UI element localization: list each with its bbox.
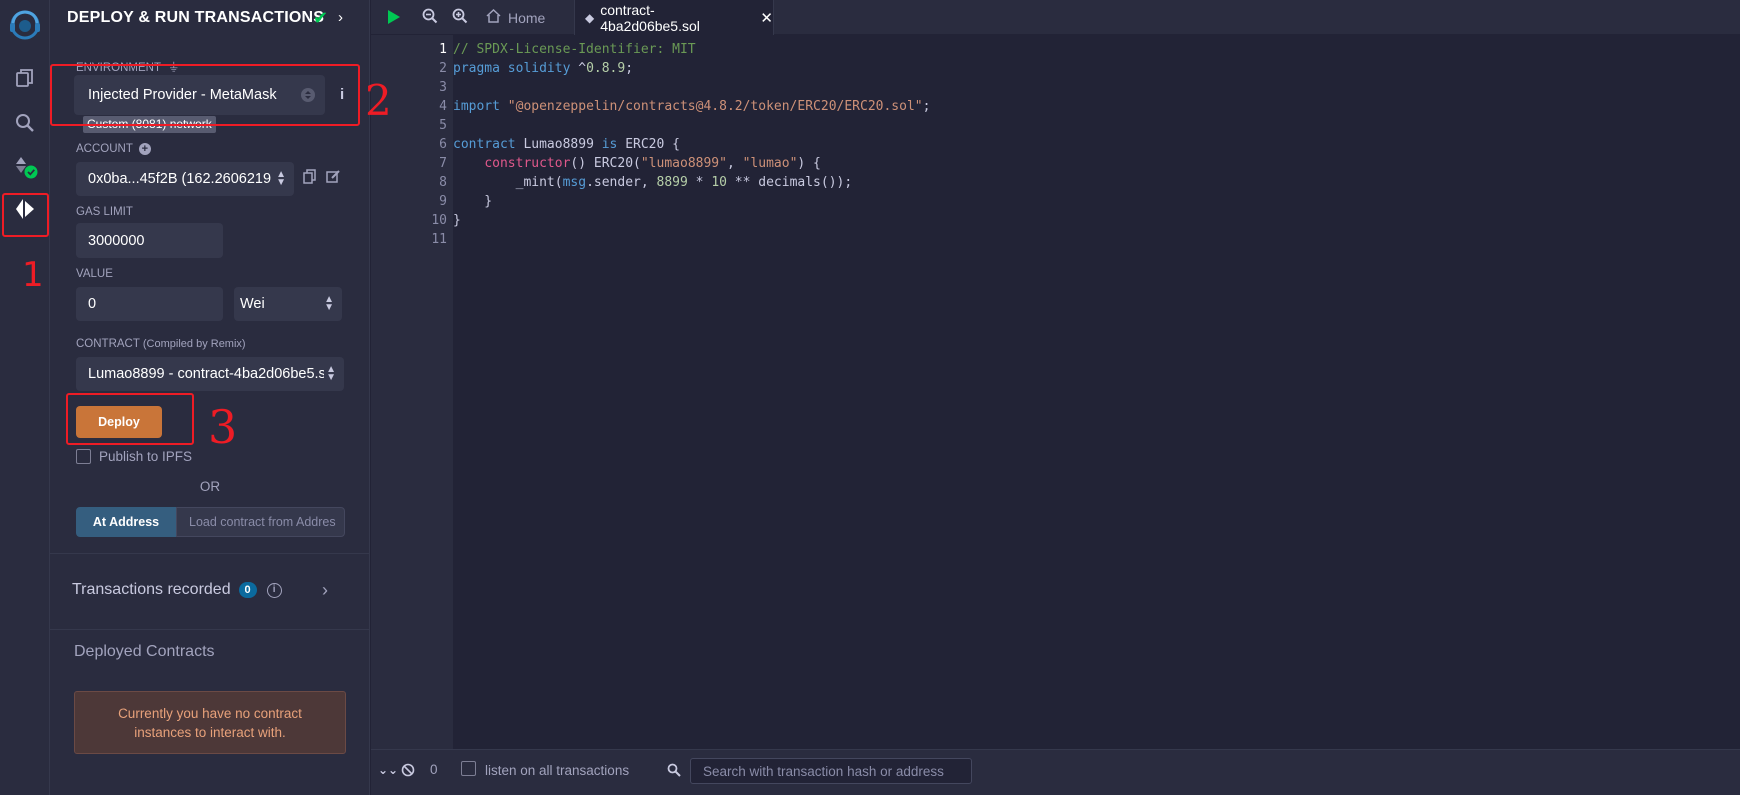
line-number: 3 <box>439 80 447 95</box>
value-unit-value: Wei <box>240 296 265 312</box>
code-line: constructor() ERC20("lumao8899", "lumao"… <box>484 156 821 171</box>
account-label: ACCOUNT + <box>76 143 151 155</box>
code-line: } <box>453 213 461 228</box>
home-icon <box>486 8 501 26</box>
no-instances-alert: Currently you have no contract instances… <box>74 691 346 754</box>
copy-icon[interactable] <box>303 169 317 190</box>
solidity-compiler-icon[interactable] <box>0 146 50 188</box>
annotation-box-deploy-icon <box>2 193 49 237</box>
line-number: 8 <box>439 175 447 190</box>
select-arrows-icon: ▲ ▼ <box>324 364 336 383</box>
line-number: 11 <box>431 232 447 247</box>
line-number: 7 <box>439 156 447 171</box>
transaction-search-input[interactable]: Search with transaction hash or address <box>690 758 972 784</box>
gas-limit-label: GAS LIMIT <box>76 206 133 218</box>
deployed-contracts-title: Deployed Contracts <box>74 643 215 660</box>
annotation-mark-3: 3 <box>208 400 238 454</box>
remix-logo-icon[interactable] <box>0 4 50 46</box>
code-line: // SPDX-License-Identifier: MIT <box>453 42 696 57</box>
search-icon[interactable] <box>0 102 50 144</box>
code-line: _mint(msg.sender, 8899 * 10 ** decimals(… <box>453 175 853 190</box>
check-icon: ✔ <box>313 8 329 28</box>
contract-label: CONTRACT (Compiled by Remix) <box>76 338 246 350</box>
at-address-button[interactable]: At Address <box>76 507 176 537</box>
line-number: 9 <box>439 194 447 209</box>
or-label: OR <box>199 479 221 494</box>
line-number-gutter: 1 2 3 4 5 6 7 8 9 10 11 <box>371 35 453 749</box>
icon-rail <box>0 0 50 795</box>
annotation-mark-1: 1 <box>22 255 44 295</box>
code-line: import "@openzeppelin/contracts@4.8.2/to… <box>453 99 931 114</box>
contract-select-value: Lumao8899 - contract-4ba2d06be5.so <box>88 366 334 382</box>
contract-sublabel: (Compiled by Remix) <box>142 338 246 350</box>
file-explorer-icon[interactable] <box>0 57 50 99</box>
collapse-terminal-icon[interactable]: ⌄⌄ <box>378 763 398 777</box>
plus-circle-icon[interactable]: + <box>138 143 151 155</box>
search-icon <box>667 763 681 782</box>
panel-title: DEPLOY & RUN TRANSACTIONS <box>67 9 325 26</box>
chevron-right-icon[interactable]: › <box>338 9 343 26</box>
terminal-bar: ⌄⌄ 0 listen on all transactions Search w… <box>371 749 1740 795</box>
contract-label-text: CONTRACT <box>76 338 140 350</box>
line-number: 1 <box>439 42 447 57</box>
code-line: contract Lumao8899 is ERC20 { <box>453 137 680 152</box>
listen-all-label: listen on all transactions <box>485 763 630 778</box>
publish-ipfs-label: Publish to IPFS <box>99 449 193 464</box>
code-line: } <box>453 194 493 209</box>
load-contract-input[interactable]: Load contract from Addres <box>176 507 345 537</box>
section-divider <box>50 629 370 630</box>
tab-home[interactable]: Home <box>486 0 545 35</box>
pending-tx-count: 0 <box>430 762 438 777</box>
line-number: 6 <box>439 137 447 152</box>
value-input[interactable]: 0 <box>76 287 223 321</box>
editor-tab-bar: Home ◆ contract-4ba2d06be5.sol ✕ <box>371 0 1740 35</box>
zoom-out-icon[interactable] <box>422 8 438 29</box>
tab-contract-file-label: contract-4ba2d06be5.sol <box>600 1 700 34</box>
account-select-value: 0x0ba...45f2B (162.2606219 <box>88 171 272 187</box>
zoom-in-icon[interactable] <box>452 8 468 29</box>
annotation-box-deploy-button <box>66 393 194 445</box>
clear-terminal-icon[interactable] <box>401 763 415 782</box>
run-script-icon[interactable] <box>386 8 402 31</box>
tab-contract-file[interactable]: ◆ contract-4ba2d06be5.sol ✕ <box>574 0 774 35</box>
close-icon[interactable]: ✕ <box>760 9 773 27</box>
transactions-recorded-label: Transactions recorded <box>72 581 231 598</box>
account-label-text: ACCOUNT <box>76 143 133 155</box>
annotation-mark-2: 2 <box>365 76 392 125</box>
line-number: 4 <box>439 99 447 114</box>
listen-all-checkbox[interactable] <box>461 761 476 776</box>
transactions-count-badge: 0 <box>238 582 257 598</box>
account-select[interactable]: 0x0ba...45f2B (162.2606219 ▲ ▼ <box>76 162 294 196</box>
code-line: pragma solidity ^0.8.9; <box>453 61 634 76</box>
select-arrows-icon: ▲ ▼ <box>324 294 334 313</box>
value-unit-select[interactable]: Wei ▲ ▼ <box>234 287 342 321</box>
annotation-box-environment <box>50 64 360 126</box>
edit-icon[interactable] <box>326 169 341 189</box>
line-number: 2 <box>439 61 447 76</box>
gas-limit-input[interactable]: 3000000 <box>76 223 223 258</box>
contract-select[interactable]: Lumao8899 - contract-4ba2d06be5.so ▲ ▼ <box>76 357 344 391</box>
publish-ipfs-checkbox[interactable] <box>76 449 91 464</box>
chevron-right-icon[interactable]: › <box>322 580 328 601</box>
line-number: 5 <box>439 118 447 133</box>
select-arrows-icon: ▲ ▼ <box>276 169 286 188</box>
tab-home-label: Home <box>508 9 546 26</box>
transactions-recorded-row[interactable]: Transactions recorded 0 i <box>72 581 282 599</box>
info-circle-icon[interactable]: i <box>266 582 282 598</box>
solidity-file-icon: ◆ <box>585 10 595 25</box>
code-editor[interactable]: 1 2 3 4 5 6 7 8 9 10 11 // SPDX-License-… <box>371 35 1740 749</box>
value-label: VALUE <box>76 268 113 280</box>
section-divider <box>50 553 370 554</box>
line-number: 10 <box>431 213 447 228</box>
